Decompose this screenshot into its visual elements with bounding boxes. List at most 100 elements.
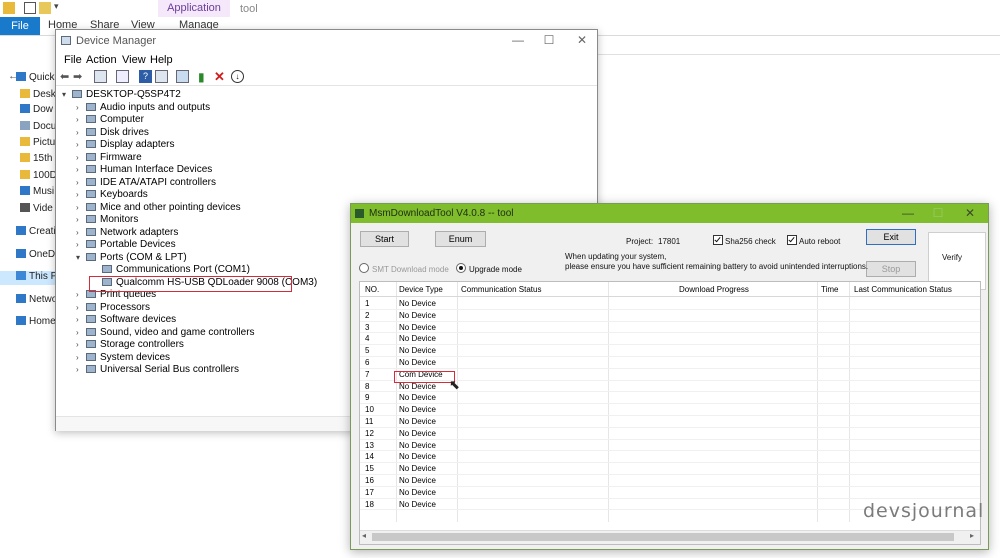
table-row[interactable]: 5 No Device [360, 345, 980, 357]
nav-item[interactable]: 100D [20, 170, 57, 184]
tree-category[interactable]: › Disk drives [76, 126, 149, 139]
chevron-right-icon[interactable]: › [76, 313, 86, 326]
device-manager-titlebar[interactable]: Device Manager — ☐ ✕ [56, 30, 597, 52]
column-header-no[interactable]: NO. [365, 285, 379, 294]
tree-root[interactable]: ▾ DESKTOP-Q5SP4T2 [62, 88, 181, 101]
tree-category[interactable]: › Processors [76, 301, 150, 314]
close-button[interactable]: ✕ [961, 206, 979, 220]
tree-category[interactable]: ▾ Ports (COM & LPT) [76, 251, 187, 264]
chevron-right-icon[interactable]: › [76, 101, 86, 114]
scroll-right-icon[interactable]: ▸ [970, 531, 974, 540]
chevron-down-icon[interactable]: ▾ [54, 1, 66, 13]
msm-titlebar[interactable]: MsmDownloadTool V4.0.8 -- tool — ☐ ✕ [351, 204, 988, 223]
scroll-left-icon[interactable]: ◂ [362, 531, 366, 540]
show-hide-console-tree-icon[interactable] [94, 70, 107, 83]
column-header-device-type[interactable]: Device Type [399, 285, 443, 294]
sha256-checkbox[interactable]: Sha256 check [713, 235, 776, 246]
table-row[interactable]: 13 No Device [360, 440, 980, 452]
start-button[interactable]: Start [360, 231, 409, 247]
scan-hardware-icon[interactable] [176, 70, 189, 83]
nav-item[interactable]: Docu [20, 121, 56, 135]
chevron-right-icon[interactable]: › [76, 226, 86, 239]
table-row[interactable]: 17 No Device [360, 487, 980, 499]
menu-action[interactable]: Action [86, 54, 117, 66]
disable-device-icon[interactable]: ↓ [231, 70, 244, 83]
properties-icon[interactable] [24, 2, 36, 14]
maximize-button[interactable]: ☐ [929, 206, 947, 220]
minimize-button[interactable]: — [899, 206, 917, 220]
chevron-right-icon[interactable]: › [76, 201, 86, 214]
chevron-right-icon[interactable]: › [76, 163, 86, 176]
tree-category[interactable]: › IDE ATA/ATAPI controllers [76, 176, 216, 189]
tree-category[interactable]: › Software devices [76, 313, 176, 326]
tree-device-port[interactable]: Communications Port (COM1) [102, 263, 250, 276]
stop-button[interactable]: Stop [866, 261, 916, 277]
scrollbar-thumb[interactable] [372, 533, 954, 541]
nav-item[interactable]: This P [0, 271, 57, 285]
nav-item[interactable]: 15th [20, 153, 52, 167]
tree-category[interactable]: › Firmware [76, 151, 142, 164]
address-bar[interactable] [596, 38, 1000, 55]
tree-category[interactable]: › Audio inputs and outputs [76, 101, 210, 114]
maximize-button[interactable]: ☐ [539, 33, 559, 47]
action-pane-icon[interactable] [155, 70, 168, 83]
upgrade-mode-radio[interactable]: Upgrade mode [456, 263, 522, 274]
tree-category[interactable]: › System devices [76, 351, 170, 364]
column-header-communication-status[interactable]: Communication Status [461, 285, 541, 294]
chevron-right-icon[interactable]: › [76, 326, 86, 339]
nav-item[interactable]: Dow [20, 104, 53, 118]
column-header-download-progress[interactable]: Download Progress [679, 285, 749, 294]
enum-button[interactable]: Enum [435, 231, 486, 247]
forward-icon[interactable]: ➡ [73, 70, 86, 83]
column-header-last-communication-status[interactable]: Last Communication Status [854, 285, 952, 294]
horizontal-scrollbar[interactable]: ◂ ▸ [360, 530, 980, 544]
back-icon[interactable]: ⬅ [60, 70, 73, 83]
chevron-right-icon[interactable]: › [76, 238, 86, 251]
close-button[interactable]: ✕ [572, 33, 592, 47]
table-row[interactable]: 6 No Device [360, 357, 980, 369]
tree-category[interactable]: › Human Interface Devices [76, 163, 212, 176]
table-row[interactable]: 11 No Device [360, 416, 980, 428]
tree-category[interactable]: › Computer [76, 113, 144, 126]
update-driver-icon[interactable]: ▮ [198, 70, 211, 84]
chevron-right-icon[interactable]: › [76, 138, 86, 151]
table-row[interactable]: 3 No Device [360, 322, 980, 334]
table-row[interactable]: 14 No Device [360, 451, 980, 464]
uninstall-icon[interactable]: ✕ [214, 70, 227, 83]
chevron-down-icon[interactable]: ▾ [76, 251, 86, 264]
table-row[interactable]: 1 No Device [360, 298, 980, 310]
nav-item[interactable]: Musi [20, 186, 54, 200]
chevron-right-icon[interactable]: › [76, 188, 86, 201]
chevron-right-icon[interactable]: › [76, 288, 86, 301]
chevron-down-icon[interactable]: ▾ [62, 88, 72, 101]
chevron-right-icon[interactable]: › [76, 151, 86, 164]
tree-category[interactable]: › Display adapters [76, 138, 174, 151]
chevron-right-icon[interactable]: › [76, 126, 86, 139]
new-folder-icon[interactable] [39, 2, 51, 14]
menu-help[interactable]: Help [150, 54, 173, 66]
chevron-right-icon[interactable]: › [76, 351, 86, 364]
minimize-button[interactable]: — [508, 33, 528, 47]
chevron-right-icon[interactable]: › [76, 338, 86, 351]
column-header-time[interactable]: Time [821, 285, 838, 294]
nav-item[interactable]: Netwo [16, 294, 57, 308]
help-icon[interactable]: ? [139, 70, 152, 83]
chevron-right-icon[interactable]: › [76, 301, 86, 314]
tree-category[interactable]: › Keyboards [76, 188, 148, 201]
nav-item[interactable]: Quick [16, 72, 55, 86]
chevron-right-icon[interactable]: › [76, 113, 86, 126]
folder-icon[interactable] [3, 2, 15, 14]
tree-category[interactable]: › Universal Serial Bus controllers [76, 363, 239, 376]
tree-category[interactable]: › Storage controllers [76, 338, 184, 351]
table-row[interactable]: 15 No Device [360, 463, 980, 475]
nav-item[interactable]: Vide [20, 203, 53, 217]
tree-category[interactable]: › Mice and other pointing devices [76, 201, 241, 214]
nav-item[interactable]: Creati [16, 226, 56, 240]
table-row[interactable]: 4 No Device [360, 333, 980, 346]
auto-reboot-checkbox[interactable]: Auto reboot [787, 235, 840, 246]
chevron-right-icon[interactable]: › [76, 363, 86, 376]
table-row[interactable]: 10 No Device [360, 404, 980, 416]
tree-category[interactable]: › Sound, video and game controllers [76, 326, 255, 339]
menu-view[interactable]: View [122, 54, 146, 66]
table-row[interactable]: 16 No Device [360, 475, 980, 487]
